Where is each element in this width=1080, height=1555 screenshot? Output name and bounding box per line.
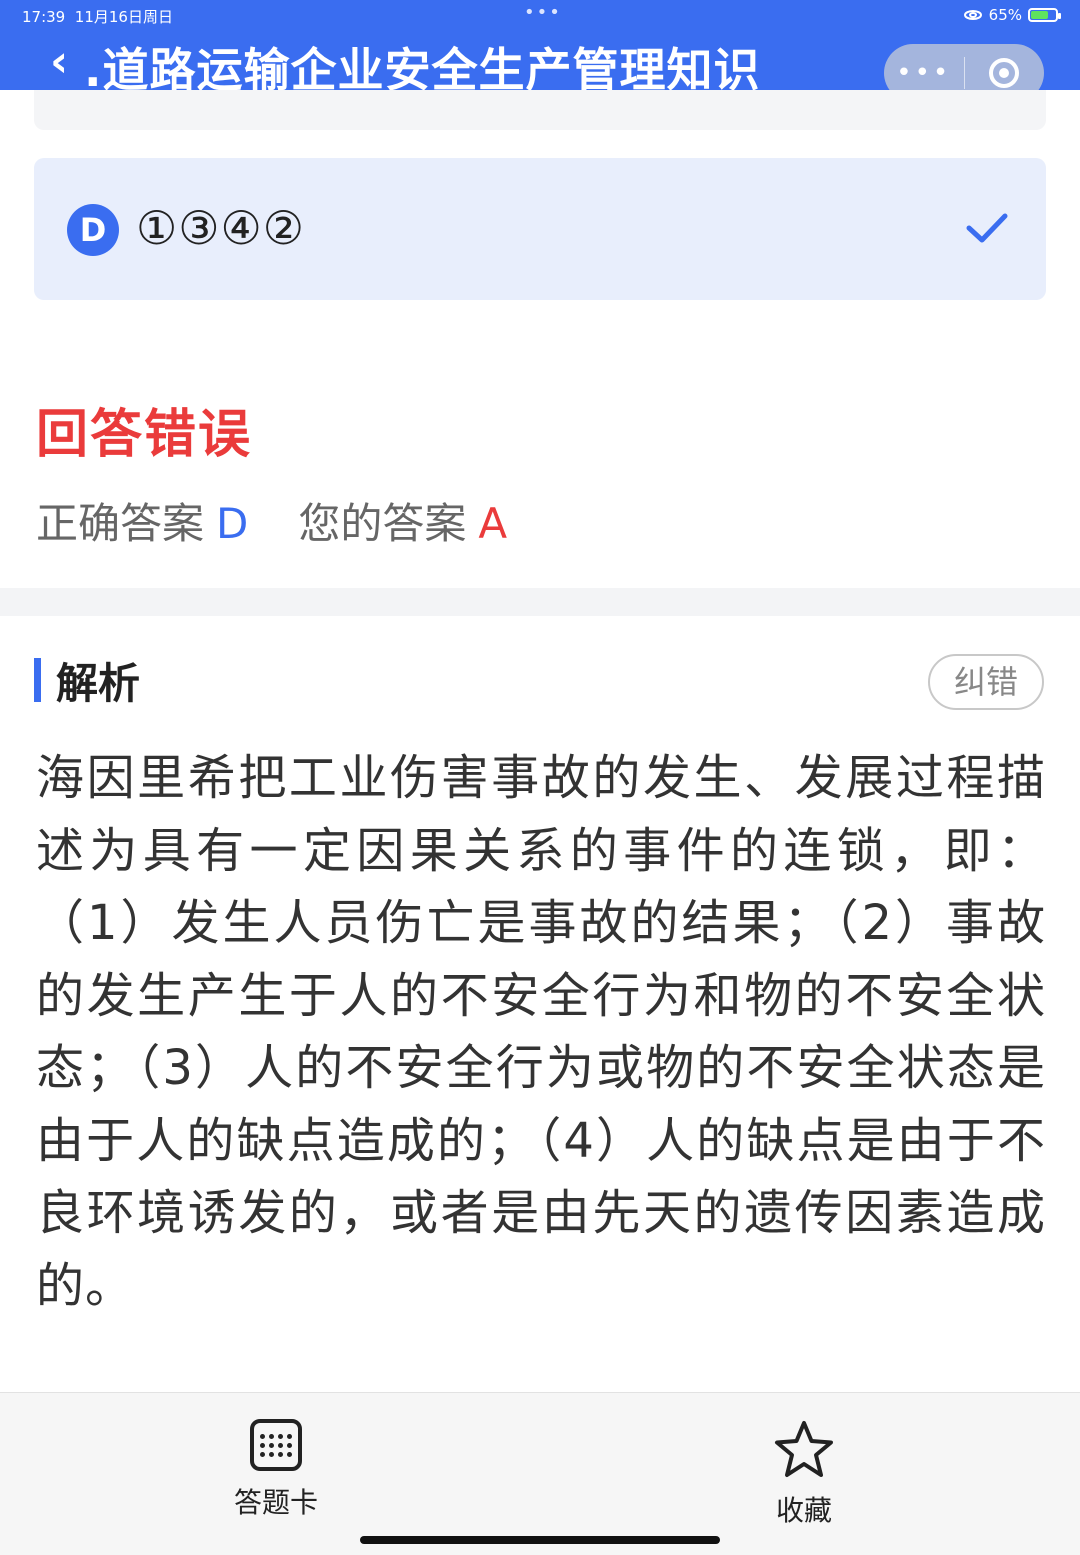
answer-card-label: 答题卡 [233,1486,318,1519]
option-text: ①③④② [136,201,305,255]
option-d[interactable]: D ①③④② [34,158,1046,300]
app-header: 17:39 11月16日周日 ••• 65% ‹ .道路运输企业安全生产管理知识… [0,0,1080,102]
correct-answer-value: D [216,499,249,548]
analysis-accent-bar [34,658,41,702]
your-answer-value: A [478,499,508,548]
home-indicator[interactable] [360,1536,720,1544]
status-time: 17:39 11月16日周日 [22,8,173,26]
back-icon[interactable]: ‹ [50,40,68,84]
result-title: 回答错误 [36,405,253,465]
status-indicators: 65% [963,6,1061,24]
status-dots: ••• [524,2,562,23]
check-icon [966,213,1008,243]
wifi-icon [963,10,982,20]
correct-answer-label: 正确答案 [36,499,205,548]
grid-icon [250,1419,302,1471]
bottom-nav: 答题卡 收藏 [0,1392,1080,1555]
battery-percent: 65% [988,6,1022,24]
section-divider [0,588,1080,616]
favorite-button[interactable]: 收藏 [734,1419,874,1529]
answer-summary: 正确答案 D 您的答案 A [36,490,507,551]
target-icon [989,58,1020,88]
your-answer-label: 您的答案 [298,499,467,548]
analysis-text: 海因里希把工业伤害事故的发生、发展过程描述为具有一定因果关系的事件的连锁，即：（… [36,750,1046,1314]
battery-icon [1028,8,1061,22]
favorite-label: 收藏 [775,1494,832,1527]
report-error-button[interactable]: 纠错 [928,654,1044,710]
answer-card-button[interactable]: 答题卡 [206,1419,346,1521]
analysis-title: 解析 [56,659,141,708]
option-c-remnant[interactable] [34,90,1046,130]
option-letter-badge: D [67,204,119,256]
star-icon [775,1421,833,1477]
close-button[interactable] [965,58,1045,88]
